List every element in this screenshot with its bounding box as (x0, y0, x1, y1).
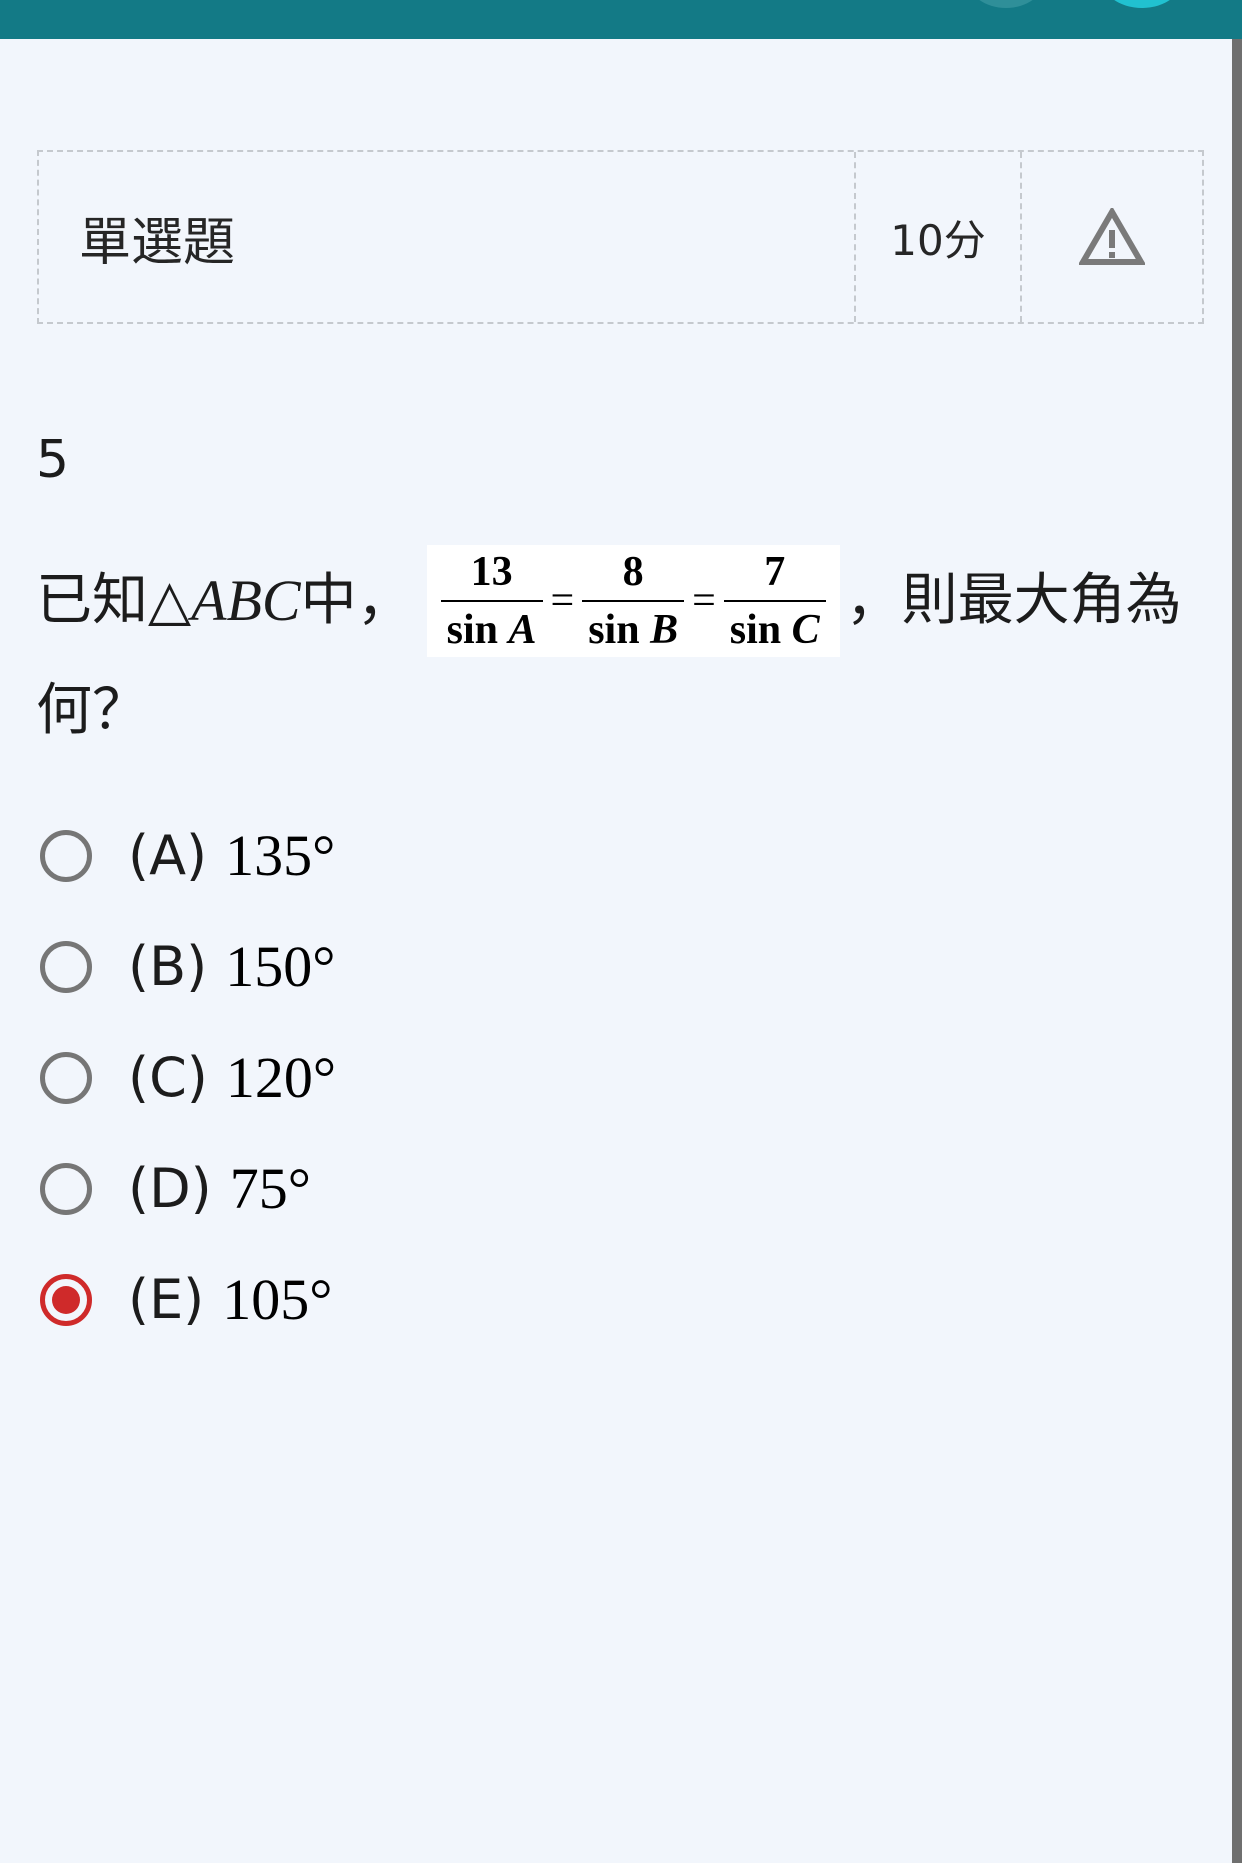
option-e[interactable]: (E) 105° (40, 1244, 336, 1355)
radio-button-checked[interactable] (40, 1273, 92, 1326)
option-d[interactable]: (D) 75° (40, 1133, 336, 1244)
question-text-mid: 中， (300, 568, 413, 633)
triangle-name: ABC (191, 568, 301, 633)
option-c[interactable]: (C) 120° (40, 1022, 336, 1133)
answer-options: (A) 135° (B) 150° (C) 120° (D) 75° (E) 1… (40, 800, 336, 1355)
question-score: 10分 (856, 152, 1022, 322)
fraction-a: 13 sin A (437, 548, 547, 654)
option-label: (C) (128, 1046, 208, 1109)
question-type-label: 單選題 (39, 152, 856, 322)
fraction-denominator: sin C (723, 600, 826, 654)
radio-button[interactable] (40, 1162, 92, 1215)
option-label: (A) (128, 824, 208, 887)
option-value: 105° (222, 1267, 333, 1332)
question-number: 5 (36, 430, 70, 490)
fraction-denominator: sin A (440, 600, 543, 654)
fraction-numerator: 13 (470, 549, 513, 595)
option-value: 120° (225, 1045, 337, 1110)
fraction-denominator: sin B (582, 600, 685, 654)
fraction-c: 7 sin C (720, 548, 830, 654)
question-header: 單選題 10分 (37, 150, 1204, 324)
triangle-symbol: △ (148, 568, 192, 633)
option-value: 135° (225, 823, 336, 888)
question-text-suffix: ，則最大角為 (845, 568, 1182, 633)
fraction-numerator: 8 (622, 549, 644, 595)
back-icon[interactable] (70, 0, 150, 16)
option-b[interactable]: (B) 150° (40, 911, 336, 1022)
ratio-formula-image: 13 sin A = 8 sin B = 7 sin C (426, 545, 840, 657)
profile-button[interactable] (1100, 0, 1184, 8)
question-text-prefix: 已知 (36, 568, 148, 633)
option-label: (B) (128, 935, 208, 998)
scrollbar[interactable] (1232, 39, 1242, 1863)
radio-button[interactable] (40, 940, 92, 993)
option-label: (D) (128, 1157, 212, 1220)
radio-button[interactable] (40, 829, 92, 882)
option-a[interactable]: (A) 135° (40, 800, 336, 911)
fraction-numerator: 7 (764, 549, 786, 595)
equals-sign: = (692, 578, 716, 624)
question-text: 已知 △ ABC 中， 13 sin A = 8 sin B = 7 sin C… (36, 545, 1206, 766)
top-app-bar (0, 0, 1242, 39)
option-value: 150° (225, 934, 336, 999)
option-value: 75° (229, 1156, 311, 1221)
user-avatar[interactable] (968, 0, 1044, 8)
question-text-line2: 何？ (36, 678, 148, 743)
option-label: (E) (128, 1268, 205, 1331)
radio-button[interactable] (40, 1051, 92, 1104)
warning-triangle-icon (1079, 208, 1145, 265)
fraction-b: 8 sin B (578, 548, 688, 654)
report-problem-button[interactable] (1022, 152, 1202, 322)
equals-sign: = (550, 578, 575, 624)
